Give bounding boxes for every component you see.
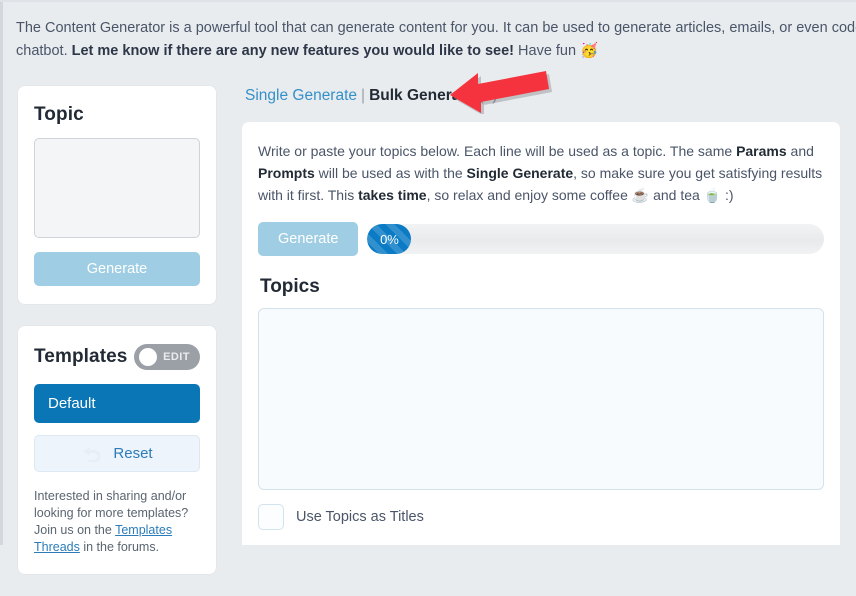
- topic-input[interactable]: [34, 138, 200, 238]
- topics-section-title: Topics: [260, 276, 320, 297]
- desc-part-3: will be used as with the: [314, 165, 467, 181]
- template-default-button[interactable]: Default: [34, 384, 200, 423]
- desc-part-1: Write or paste your topics below. Each l…: [258, 143, 737, 159]
- desc-bold-prompts: Prompts: [258, 165, 315, 181]
- intro-line-2: chatbot. Let me know if there are any ne…: [16, 40, 856, 63]
- intro-paragraph: The Content Generator is a powerful tool…: [16, 17, 856, 63]
- template-reset-label: Reset: [113, 445, 153, 462]
- bulk-generate-button[interactable]: Generate: [258, 222, 359, 256]
- tab-bulk-generate-count: (0): [478, 87, 498, 104]
- bulk-generate-description: Write or paste your topics below. Each l…: [258, 140, 824, 206]
- templates-card-title: Templates: [34, 346, 128, 367]
- bulk-generate-panel: Write or paste your topics below. Each l…: [242, 122, 840, 545]
- topic-generate-button[interactable]: Generate: [34, 252, 200, 286]
- intro-line-2-post: Have fun 🥳: [514, 43, 599, 59]
- topic-card-title: Topic: [34, 104, 84, 125]
- use-topics-as-titles-label: Use Topics as Titles: [296, 509, 424, 525]
- intro-line-2-pre: chatbot.: [16, 43, 72, 59]
- topics-input[interactable]: [258, 308, 824, 490]
- viewport-top-edge: [0, 0, 856, 2]
- tab-bulk-generate[interactable]: Bulk Generate: [369, 87, 474, 104]
- bulk-progress-fill: 0%: [367, 224, 412, 254]
- tab-separator: |: [361, 87, 366, 104]
- template-reset-button[interactable]: Reset: [34, 435, 200, 472]
- templates-edit-toggle[interactable]: EDIT: [134, 344, 200, 370]
- use-topics-as-titles-row: Use Topics as Titles: [258, 504, 824, 530]
- bulk-progress-label: 0%: [380, 231, 399, 247]
- tab-single-generate[interactable]: Single Generate: [245, 87, 357, 104]
- undo-icon: [83, 446, 101, 462]
- desc-part-2: and: [786, 143, 814, 159]
- intro-line-1: The Content Generator is a powerful tool…: [16, 20, 856, 36]
- generate-mode-tabs: Single Generate | Bulk Generate (0): [245, 87, 497, 105]
- templates-card-header: Templates EDIT: [34, 344, 200, 370]
- toggle-knob-icon: [139, 348, 157, 366]
- desc-bold-single-generate: Single Generate: [466, 165, 574, 181]
- intro-line-2-bold: Let me know if there are any new feature…: [71, 43, 514, 59]
- desc-bold-params: Params: [736, 143, 787, 159]
- topic-card: Topic Generate: [18, 86, 216, 304]
- templates-help-text: Interested in sharing and/or looking for…: [34, 488, 200, 556]
- desc-bold-takes-time: takes time: [358, 187, 427, 203]
- desc-part-5: , so relax and enjoy some coffee ☕ and t…: [426, 187, 734, 203]
- viewport-left-edge: [0, 0, 3, 545]
- templates-card: Templates EDIT Default Reset Interested …: [18, 326, 216, 574]
- templates-edit-toggle-label: EDIT: [163, 351, 190, 363]
- generate-row: Generate 0%: [258, 222, 824, 256]
- bulk-progress-bar: 0%: [367, 224, 824, 254]
- templates-help-post: in the forums.: [79, 540, 160, 554]
- use-topics-as-titles-checkbox[interactable]: [258, 504, 284, 530]
- sidebar: Topic Generate Templates EDIT Default Re…: [18, 86, 216, 596]
